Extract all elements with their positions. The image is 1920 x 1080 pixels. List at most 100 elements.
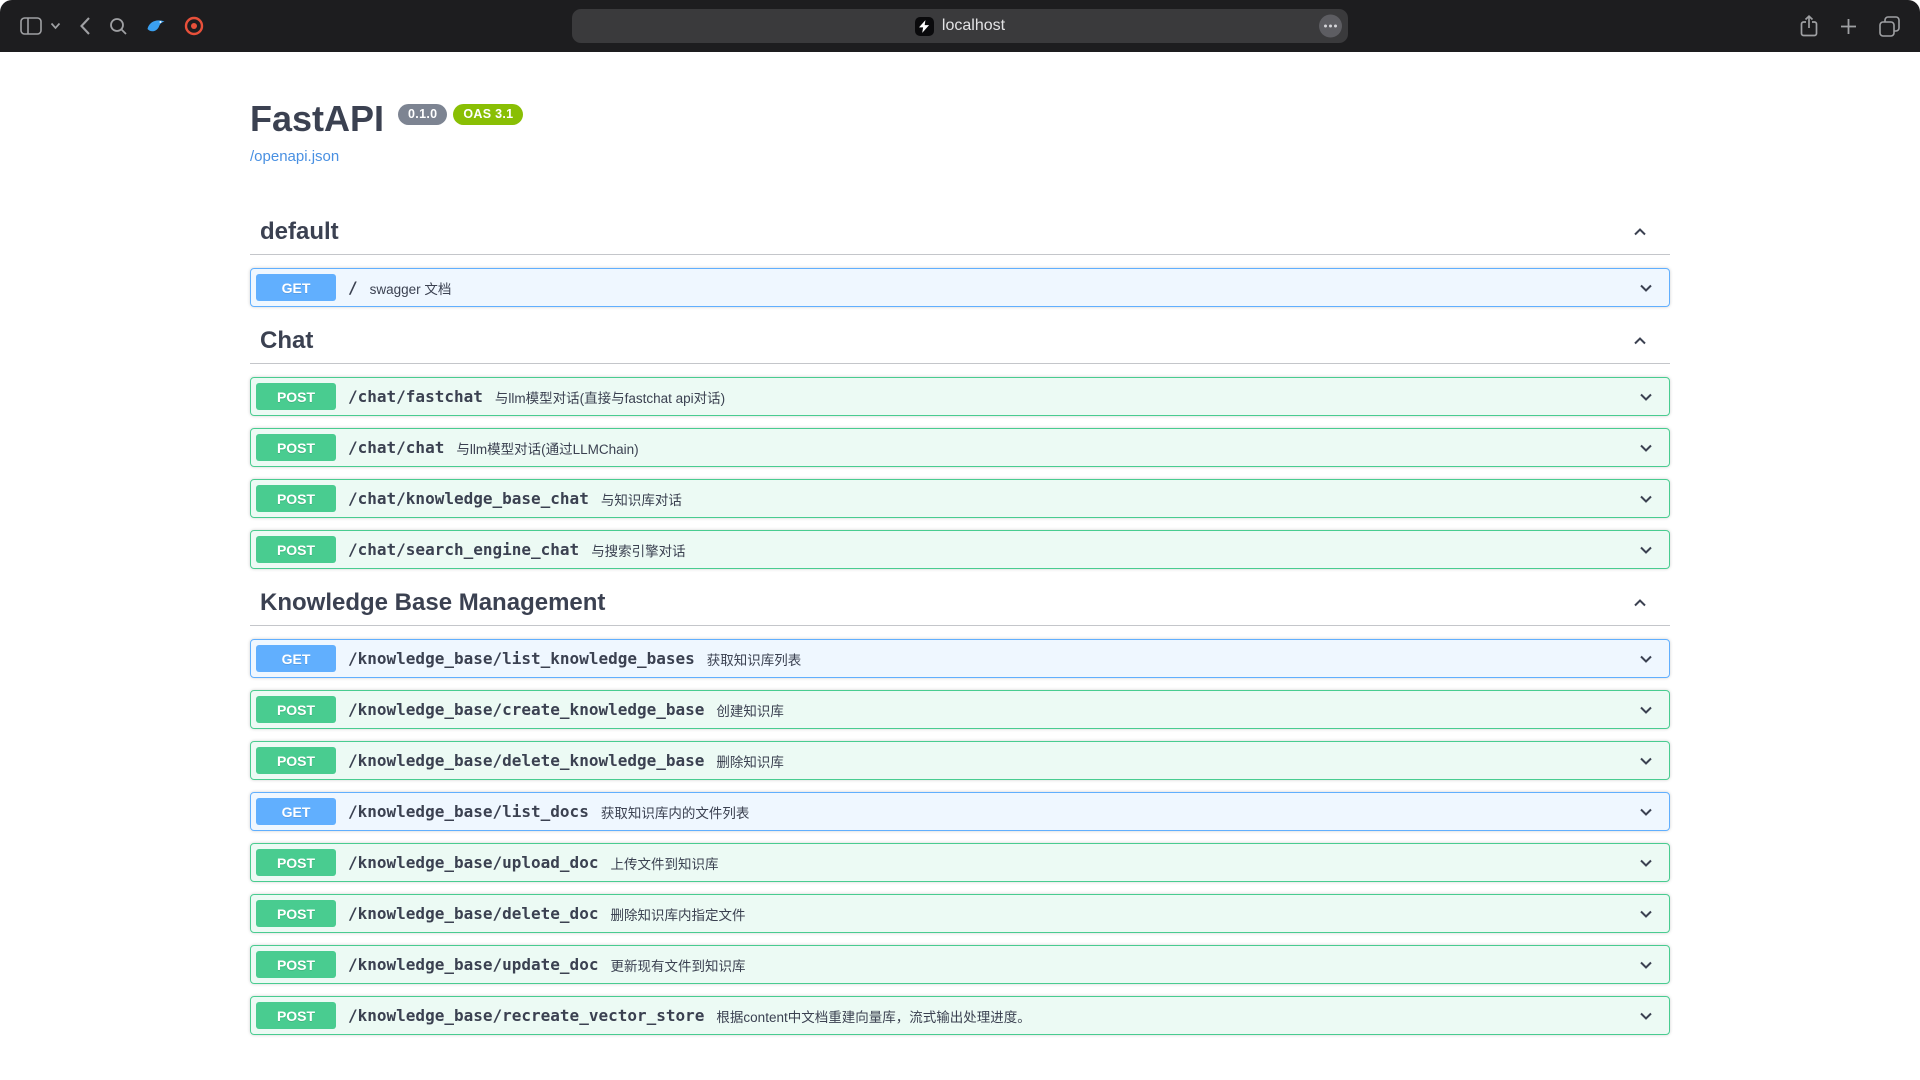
browser-toolbar: localhost [0,0,1920,52]
expand-operation-icon[interactable] [1636,955,1664,975]
method-badge: POST [256,383,336,410]
operation-description: 获取知识库列表 [707,649,802,669]
operation-row[interactable]: POST /knowledge_base/create_knowledge_ba… [250,690,1670,729]
operation-description: 创建知识库 [716,700,784,720]
operation-path: /knowledge_base/create_knowledge_base [348,700,704,719]
operation-description: 删除知识库内指定文件 [610,904,745,924]
api-section-knowledge-base: Knowledge Base Management GET /knowledge… [250,581,1670,1035]
operation-row[interactable]: POST /chat/fastchat 与llm模型对话(直接与fastchat… [250,377,1670,416]
operation-path: /knowledge_base/delete_knowledge_base [348,751,704,770]
api-section-chat: Chat POST /chat/fastchat 与llm模型对话(直接与fas… [250,319,1670,569]
toolbar-left-group [20,12,204,40]
operation-description: 与llm模型对话(直接与fastchat api对话) [495,387,725,407]
expand-operation-icon[interactable] [1636,1006,1664,1026]
extension-record-icon[interactable] [184,12,204,40]
operation-row[interactable]: POST /chat/search_engine_chat 与搜索引擎对话 [250,530,1670,569]
address-bar[interactable]: localhost [572,9,1348,43]
method-badge: GET [256,798,336,825]
collapse-section-icon[interactable] [1630,222,1650,242]
method-badge: POST [256,900,336,927]
operation-path: /knowledge_base/list_knowledge_bases [348,649,695,668]
search-icon[interactable] [109,12,128,40]
operation-description: 更新现有文件到知识库 [610,955,745,975]
section-title: Chat [260,327,313,355]
section-header-chat[interactable]: Chat [250,319,1670,364]
method-badge: POST [256,434,336,461]
operation-path: /chat/fastchat [348,387,483,406]
oas-badge: OAS 3.1 [453,104,523,125]
section-title: Knowledge Base Management [260,589,605,617]
expand-operation-icon[interactable] [1636,278,1664,298]
expand-operation-icon[interactable] [1636,387,1664,407]
page-menu-icon[interactable] [1319,15,1342,38]
expand-operation-icon[interactable] [1636,489,1664,509]
sidebar-chevron-down-icon[interactable] [50,12,61,40]
section-title: default [260,218,339,246]
operation-description: 与llm模型对话(通过LLMChain) [456,438,638,458]
operation-row[interactable]: GET /knowledge_base/list_knowledge_bases… [250,639,1670,678]
operation-row[interactable]: POST /knowledge_base/update_doc 更新现有文件到知… [250,945,1670,984]
address-url: localhost [942,17,1005,35]
operation-description: 上传文件到知识库 [610,853,718,873]
tab-overview-icon[interactable] [1879,12,1900,40]
operation-description: 与知识库对话 [601,489,682,509]
operation-path: /chat/chat [348,438,444,457]
method-badge: POST [256,696,336,723]
collapse-section-icon[interactable] [1630,331,1650,351]
page-title: FastAPI 0.1.0 OAS 3.1 [250,98,1670,140]
expand-operation-icon[interactable] [1636,438,1664,458]
operation-row[interactable]: POST /knowledge_base/upload_doc 上传文件到知识库 [250,843,1670,882]
api-section-default: default GET / swagger 文档 [250,210,1670,307]
new-tab-icon[interactable] [1840,12,1857,40]
expand-operation-icon[interactable] [1636,540,1664,560]
operation-row[interactable]: GET /knowledge_base/list_docs 获取知识库内的文件列… [250,792,1670,831]
method-badge: POST [256,1002,336,1029]
operation-row[interactable]: POST /chat/chat 与llm模型对话(通过LLMChain) [250,428,1670,467]
operation-path: /knowledge_base/list_docs [348,802,589,821]
expand-operation-icon[interactable] [1636,904,1664,924]
operation-description: 获取知识库内的文件列表 [601,802,750,822]
operation-path: /knowledge_base/update_doc [348,955,598,974]
openapi-spec-link[interactable]: /openapi.json [250,148,339,165]
operation-row[interactable]: GET / swagger 文档 [250,268,1670,307]
method-badge: POST [256,951,336,978]
api-info: FastAPI 0.1.0 OAS 3.1 /openapi.json [250,52,1670,166]
back-icon[interactable] [79,12,91,40]
operation-path: /knowledge_base/upload_doc [348,853,598,872]
expand-operation-icon[interactable] [1636,700,1664,720]
method-badge: POST [256,485,336,512]
operation-row[interactable]: POST /knowledge_base/delete_knowledge_ba… [250,741,1670,780]
operation-path: /chat/knowledge_base_chat [348,489,589,508]
operation-row[interactable]: POST /knowledge_base/recreate_vector_sto… [250,996,1670,1035]
extension-bird-icon[interactable] [146,12,166,40]
expand-operation-icon[interactable] [1636,751,1664,771]
operation-description: 删除知识库 [716,751,784,771]
operation-row[interactable]: POST /chat/knowledge_base_chat 与知识库对话 [250,479,1670,518]
operation-description: 根据content中文档重建向量库，流式输出处理进度。 [716,1006,1030,1026]
swagger-page: FastAPI 0.1.0 OAS 3.1 /openapi.json defaul… [0,52,1920,1080]
collapse-section-icon[interactable] [1630,593,1650,613]
expand-operation-icon[interactable] [1636,853,1664,873]
operation-path: / [348,278,358,297]
method-badge: GET [256,645,336,672]
operation-description: swagger 文档 [370,278,452,298]
section-header-default[interactable]: default [250,210,1670,255]
operation-description: 与搜索引擎对话 [591,540,686,560]
version-badge: 0.1.0 [398,104,447,125]
method-badge: GET [256,274,336,301]
address-content: localhost [915,17,1005,36]
site-favicon [915,17,934,36]
operation-path: /chat/search_engine_chat [348,540,579,559]
section-header-knowledge-base[interactable]: Knowledge Base Management [250,581,1670,626]
expand-operation-icon[interactable] [1636,649,1664,669]
expand-operation-icon[interactable] [1636,802,1664,822]
method-badge: POST [256,747,336,774]
method-badge: POST [256,849,336,876]
share-icon[interactable] [1800,12,1818,40]
toolbar-right-group [1800,12,1900,40]
sidebar-toggle-icon[interactable] [20,12,42,40]
operation-path: /knowledge_base/recreate_vector_store [348,1006,704,1025]
api-title-text: FastAPI [250,98,384,139]
operation-path: /knowledge_base/delete_doc [348,904,598,923]
operation-row[interactable]: POST /knowledge_base/delete_doc 删除知识库内指定… [250,894,1670,933]
